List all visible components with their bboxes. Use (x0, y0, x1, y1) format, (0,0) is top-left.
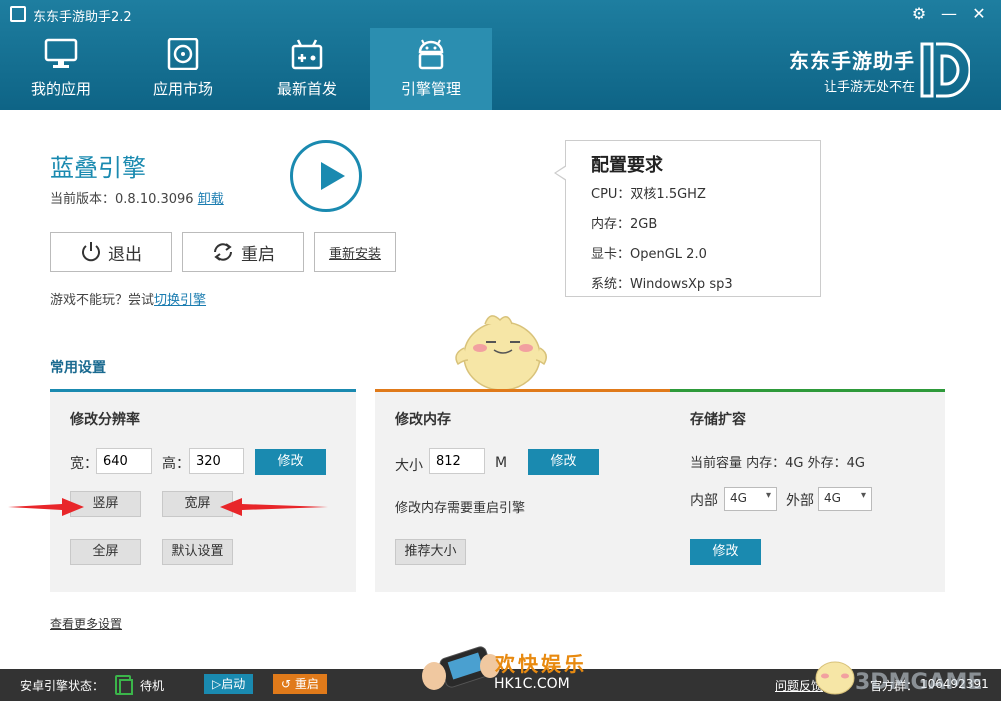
app-logo-icon (10, 6, 26, 22)
version-label: 当前版本： (50, 192, 116, 207)
requirements-title: 配置要求 (591, 155, 663, 176)
android-icon (418, 39, 444, 70)
title-bar: 东东手游助手2.2 ⚙ — ✕ 我的应用 应用市场 最新首发 引擎管理 东东手游… (0, 0, 1001, 110)
memory-title: 修改内存 (395, 412, 451, 428)
brand: 东东手游助手 让手游无处不在 (765, 45, 915, 95)
close-button[interactable]: ✕ (968, 4, 990, 24)
chevron-down-icon: ▾ (765, 490, 771, 501)
memory-panel: 修改内存 大小 M 修改 修改内存需要重启引擎 推荐大小 (375, 389, 681, 592)
storage-capacity: 当前容量 内存：4G 外存：4G (690, 456, 865, 471)
recommend-size-button[interactable]: 推荐大小 (395, 539, 466, 565)
storage-panel: 存储扩容 当前容量 内存：4G 外存：4G 内部 4G ▾ 外部 4G ▾ 修改 (670, 389, 945, 592)
memory-size-label: 大小 (395, 458, 423, 474)
memory-note: 修改内存需要重启引擎 (395, 501, 526, 516)
storage-title: 存储扩容 (690, 412, 746, 428)
status-restart-button[interactable]: ↺ 重启 (273, 674, 327, 694)
height-input[interactable] (189, 448, 244, 474)
tab-app-market[interactable]: 应用市场 (122, 28, 244, 110)
tab-label: 最新首发 (276, 80, 337, 98)
switch-engine-link[interactable]: 切换引擎 (154, 293, 206, 308)
brand-logo-icon (920, 42, 970, 98)
window-title: 东东手游助手2.2 (33, 10, 132, 25)
disc-icon (167, 38, 199, 70)
brand-slogan: 让手游无处不在 (823, 80, 915, 95)
ad-brand-text: 欢快娱乐 (495, 652, 587, 676)
external-select[interactable]: 4G ▾ (818, 487, 872, 511)
red-arrow-icon (220, 498, 328, 516)
reinstall-button[interactable]: 重新安装 (314, 232, 396, 272)
chick-watermark-icon (815, 661, 855, 695)
tab-label: 应用市场 (152, 80, 213, 98)
watermark-text: 3DMGAME (855, 670, 983, 695)
hint-text: 游戏不能玩？尝试 (50, 293, 155, 308)
tab-my-apps[interactable]: 我的应用 (0, 28, 122, 110)
chick-mascot-icon (455, 315, 547, 391)
exit-button[interactable]: 退出 (50, 232, 172, 272)
status-start-button[interactable]: ▷启动 (204, 674, 254, 694)
requirement-os: 系统：WindowsXp sp3 (591, 277, 733, 292)
requirements-box: 配置要求 CPU：双核1.5GHZ 内存：2GB 显卡：OpenGL 2.0 系… (554, 140, 821, 297)
common-settings-title: 常用设置 (50, 360, 106, 376)
panel-accent-bar (375, 389, 681, 392)
red-arrow-icon (8, 498, 84, 516)
engine-status-label: 安卓引擎状态： (20, 679, 105, 693)
requirement-memory: 内存：2GB (591, 217, 658, 232)
default-settings-button[interactable]: 默认设置 (162, 539, 233, 565)
engine-version: 当前版本：0.8.10.3096 卸载 (50, 188, 224, 207)
resolution-modify-button[interactable]: 修改 (255, 449, 326, 475)
restart-button[interactable]: 重启 (182, 232, 304, 272)
width-label: 宽： (70, 456, 98, 472)
fullscreen-button[interactable]: 全屏 (70, 539, 141, 565)
internal-value: 4G (730, 491, 747, 505)
height-label: 高： (162, 456, 190, 472)
requirement-gpu: 显卡：OpenGL 2.0 (591, 247, 707, 262)
tab-label: 引擎管理 (400, 80, 461, 98)
settings-gear-icon[interactable]: ⚙ (908, 4, 930, 24)
brand-name: 东东手游助手 (789, 49, 915, 73)
memory-size-input[interactable] (429, 448, 485, 474)
refresh-icon (214, 243, 232, 261)
switch-engine-hint: 游戏不能玩？尝试切换引擎 (50, 289, 206, 308)
monitor-icon (44, 38, 78, 68)
version-number: 0.8.10.3096 (115, 192, 194, 207)
engine-state: 待机 (140, 679, 165, 693)
ad-url: HK1C.COM (494, 676, 570, 692)
more-settings-link[interactable]: 查看更多设置 (50, 615, 122, 632)
internal-select[interactable]: 4G ▾ (724, 487, 777, 511)
external-value: 4G (824, 491, 841, 505)
tab-new-releases[interactable]: 最新首发 (246, 28, 368, 110)
panel-accent-bar (50, 389, 356, 392)
resolution-panel: 修改分辨率 宽： 高： 修改 竖屏 宽屏 全屏 默认设置 (50, 389, 356, 592)
width-input[interactable] (96, 448, 152, 474)
minimize-button[interactable]: — (938, 4, 960, 24)
panel-accent-bar (670, 389, 945, 392)
power-icon (82, 242, 100, 262)
storage-modify-button[interactable]: 修改 (690, 539, 761, 565)
exit-label: 退出 (108, 244, 142, 265)
engine-name: 蓝叠引擎 (50, 154, 146, 182)
start-engine-play-button[interactable] (290, 140, 362, 212)
external-label: 外部 (786, 493, 814, 509)
memory-modify-button[interactable]: 修改 (528, 449, 599, 475)
chevron-down-icon: ▾ (860, 490, 866, 501)
tab-label: 我的应用 (30, 80, 91, 98)
tab-engine-management[interactable]: 引擎管理 (370, 28, 492, 110)
restart-label: 重启 (241, 244, 275, 265)
resolution-title: 修改分辨率 (70, 412, 140, 428)
uninstall-link[interactable]: 卸载 (198, 192, 224, 207)
phone-icon (115, 675, 133, 695)
gamepad-icon (291, 39, 323, 70)
memory-unit: M (495, 455, 508, 471)
requirement-cpu: CPU：双核1.5GHZ (591, 187, 706, 202)
internal-label: 内部 (690, 493, 718, 509)
